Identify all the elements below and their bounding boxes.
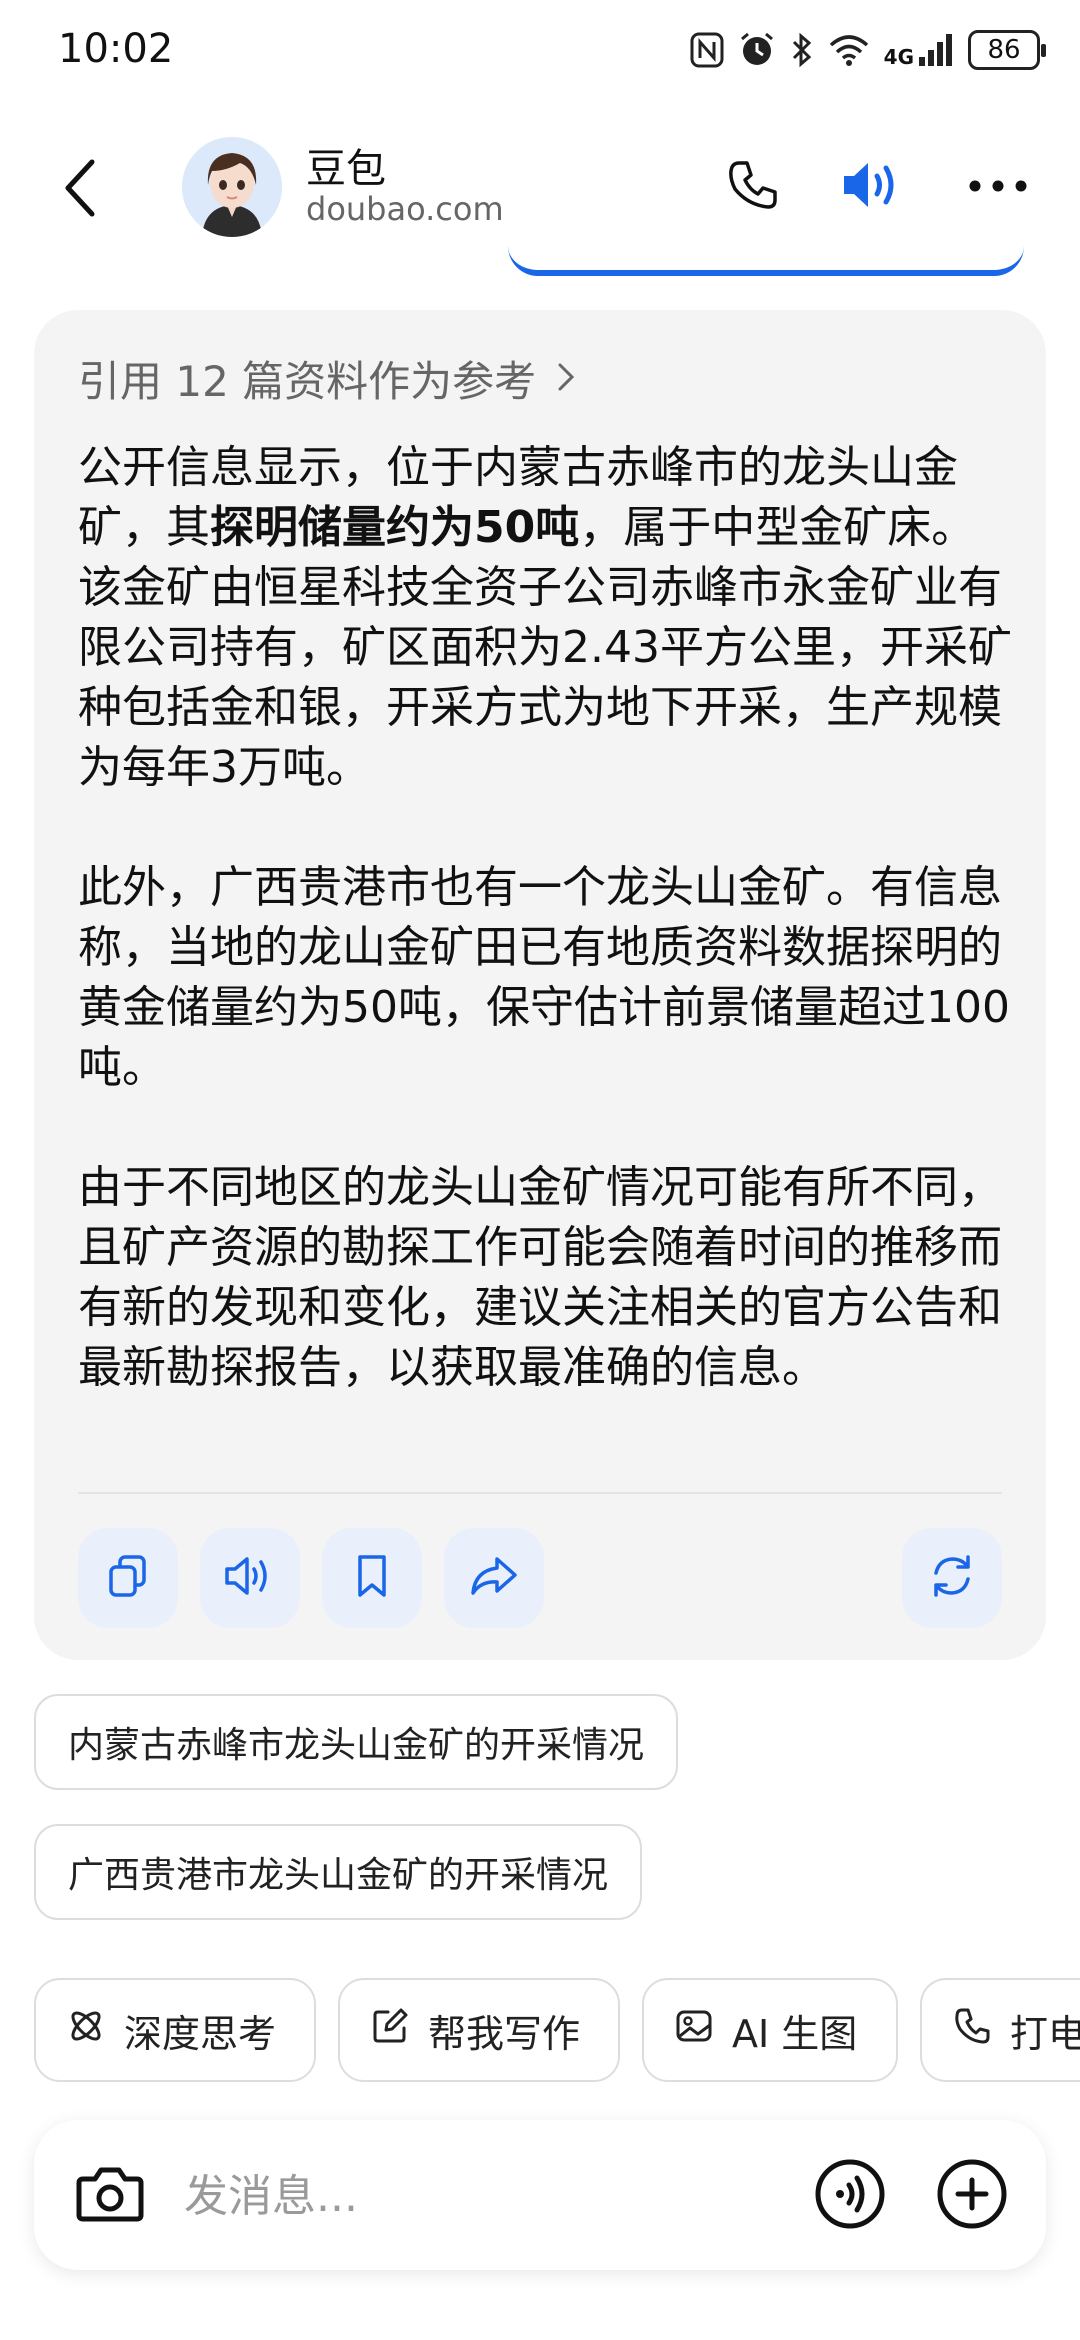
write-icon — [370, 2006, 410, 2055]
more-options-button[interactable] — [958, 152, 1038, 222]
status-time: 10:02 — [58, 26, 174, 72]
copy-icon — [105, 1553, 151, 1603]
signal-icon: 4G — [884, 33, 954, 67]
speaker-toggle-button[interactable] — [836, 152, 910, 222]
tool-ai-image[interactable]: AI 生图 — [642, 1978, 898, 2082]
phone-icon — [952, 2006, 992, 2055]
wifi-icon — [828, 33, 870, 67]
camera-button[interactable] — [70, 2156, 150, 2236]
chevron-right-icon — [556, 354, 576, 403]
nfc-icon — [690, 32, 724, 68]
share-button[interactable] — [444, 1528, 544, 1628]
tool-label: 深度思考 — [124, 2011, 277, 2056]
image-gen-icon — [674, 2006, 714, 2055]
read-aloud-button[interactable] — [200, 1528, 300, 1628]
regenerate-icon — [927, 1551, 977, 1605]
tool-label: 帮我写作 — [428, 2011, 581, 2056]
voice-input-icon — [814, 2158, 886, 2234]
copy-button[interactable] — [78, 1528, 178, 1628]
answer-highlight: 探明储量约为50吨 — [210, 502, 580, 553]
share-icon — [469, 1553, 519, 1603]
answer-paragraph-3: 由于不同地区的龙头山金矿情况可能有所不同，且矿产资源的勘探工作可能会随着时间的推… — [78, 1162, 1002, 1393]
message-composer — [34, 2120, 1046, 2270]
speaker-icon — [840, 157, 906, 217]
more-actions-button[interactable] — [932, 2156, 1012, 2236]
references-link[interactable]: 引用 12 篇资料作为参考 — [78, 348, 576, 409]
suggestion-chip[interactable]: 广西贵港市龙头山金矿的开采情况 — [34, 1824, 643, 1920]
voice-call-button[interactable] — [718, 152, 788, 222]
suggestion-chip[interactable]: 内蒙古赤峰市龙头山金矿的开采情况 — [34, 1694, 679, 1790]
answer-paragraph-1: 公开信息显示，位于内蒙古赤峰市的龙头山金矿，其探明储量约为50吨，属于中型金矿床… — [78, 438, 1018, 798]
references-label: 引用 12 篇资料作为参考 — [78, 357, 537, 406]
read-aloud-icon — [223, 1553, 277, 1603]
answer-paragraph-2: 此外，广西贵港市也有一个龙头山金矿。有信息称，当地的龙山金矿田已有地质资料数据探… — [78, 862, 1010, 1093]
status-icons: 4G 86 — [690, 30, 1046, 70]
message-input[interactable] — [184, 2160, 784, 2232]
bluetooth-icon — [790, 31, 814, 69]
regenerate-button[interactable] — [902, 1528, 1002, 1628]
previous-message-bubble — [508, 240, 1024, 276]
network-label: 4G — [883, 45, 914, 69]
battery-icon: 86 — [968, 30, 1046, 70]
bookmark-button[interactable] — [322, 1528, 422, 1628]
bot-domain: doubao.com — [306, 190, 504, 228]
assistant-response-card: 引用 12 篇资料作为参考 公开信息显示，位于内蒙古赤峰市的龙头山金矿，其探明储… — [34, 310, 1046, 1660]
battery-level: 86 — [987, 35, 1021, 65]
answer-text: 公开信息显示，位于内蒙古赤峰市的龙头山金矿，其探明储量约为50吨，属于中型金矿床… — [78, 438, 1018, 1398]
tool-label: AI 生图 — [732, 2011, 858, 2056]
status-bar: 10:02 4G 86 — [0, 0, 1080, 110]
back-button[interactable] — [40, 150, 120, 230]
phone-icon — [725, 157, 781, 217]
tool-writing[interactable]: 帮我写作 — [338, 1978, 620, 2082]
deep-think-icon — [66, 2006, 106, 2055]
camera-icon — [75, 2163, 145, 2229]
avatar[interactable] — [182, 137, 282, 237]
alarm-icon — [738, 31, 776, 69]
plus-icon — [936, 2158, 1008, 2234]
tool-phone-call[interactable]: 打电话 — [920, 1978, 1080, 2082]
tool-deep-think[interactable]: 深度思考 — [34, 1978, 316, 2082]
card-divider — [78, 1492, 1002, 1494]
chat-header: 豆包 doubao.com — [0, 120, 1080, 260]
voice-input-button[interactable] — [810, 2156, 890, 2236]
more-dots-icon — [968, 178, 1028, 197]
back-arrow-icon — [60, 158, 100, 222]
tool-label: 打电话 — [1010, 2011, 1080, 2056]
bot-name: 豆包 — [306, 146, 386, 192]
bookmark-icon — [352, 1553, 392, 1603]
